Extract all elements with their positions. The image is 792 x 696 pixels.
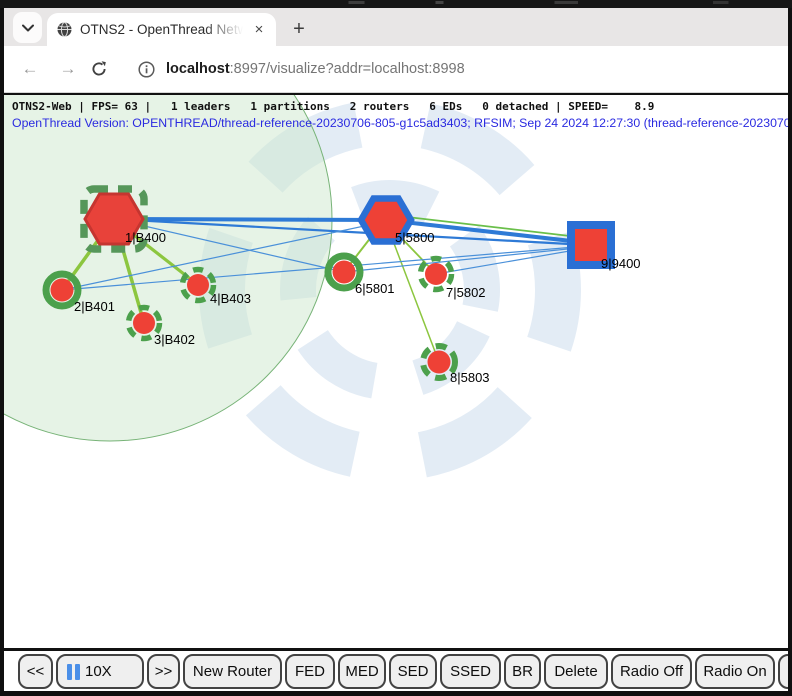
node-6-label: 6|5801 [355,281,395,296]
reload-icon[interactable] [90,60,108,78]
tab-close-icon[interactable]: × [250,21,268,39]
ssed-button[interactable]: SSED [440,654,501,689]
fed-button[interactable]: FED [285,654,335,689]
speed-up-button[interactable]: >> [147,654,180,689]
globe-icon [57,22,72,37]
sed-button[interactable]: SED [389,654,437,689]
status-line: OTNS2-Web | FPS= 63 | 1 leaders 1 partit… [12,100,654,113]
pause-icon [67,664,80,680]
back-icon[interactable]: ← [19,59,41,79]
url-host: localhost [166,61,230,77]
med-button[interactable]: MED [338,654,386,689]
node-2-label: 2|B401 [74,299,115,314]
node-1-label: 1|B400 [125,230,166,245]
screen-top-strip [0,0,792,8]
site-info-icon[interactable] [138,61,155,78]
node-8-label: 8|5803 [450,370,490,385]
simulation-canvas[interactable]: OTNS2-Web | FPS= 63 | 1 leaders 1 partit… [4,93,788,648]
node-3-label: 3|B402 [154,332,195,347]
tab-title: OTNS2 - OpenThread Network Simulator [80,22,250,37]
tab-bar: OTNS2 - OpenThread Network Simulator × + [4,8,788,46]
link-1-5 [114,219,386,220]
network-graph: 1|B400 2|B401 3|B402 4|B403 5|5800 6|580… [4,95,788,648]
speed-down-button[interactable]: << [18,654,53,689]
new-router-button[interactable]: New Router [183,654,282,689]
radio-on-button[interactable]: Radio On [695,654,775,689]
node-9-label: 9|9400 [601,256,641,271]
tab-otns2[interactable]: OTNS2 - OpenThread Network Simulator × [47,13,276,46]
node-7-label: 7|5802 [446,285,486,300]
clipped-button[interactable] [778,654,788,689]
browser-window: OTNS2 - OpenThread Network Simulator × +… [0,0,792,696]
br-button[interactable]: BR [504,654,541,689]
link-5-8 [387,225,439,362]
address-bar: ← → localhost:8997/visualize?addr=localh… [4,46,788,93]
tab-list-chevron-button[interactable] [13,12,42,43]
speed-button[interactable]: 10X [56,654,144,689]
forward-icon[interactable]: → [57,59,79,79]
delete-button[interactable]: Delete [544,654,608,689]
url-field[interactable]: localhost:8997/visualize?addr=localhost:… [166,61,465,77]
url-path: :8997/visualize?addr=localhost:8998 [230,61,465,77]
speed-label: 10X [85,663,112,680]
node-5-label: 5|5800 [395,230,435,245]
version-line: OpenThread Version: OPENTHREAD/thread-re… [12,116,788,130]
node-4-label: 4|B403 [210,291,251,306]
new-tab-button[interactable]: + [285,15,313,43]
control-toolbar: << 10X >> New Router FED MED SED SSED BR… [4,648,788,691]
radio-off-button[interactable]: Radio Off [611,654,692,689]
chevron-down-icon [22,24,34,32]
